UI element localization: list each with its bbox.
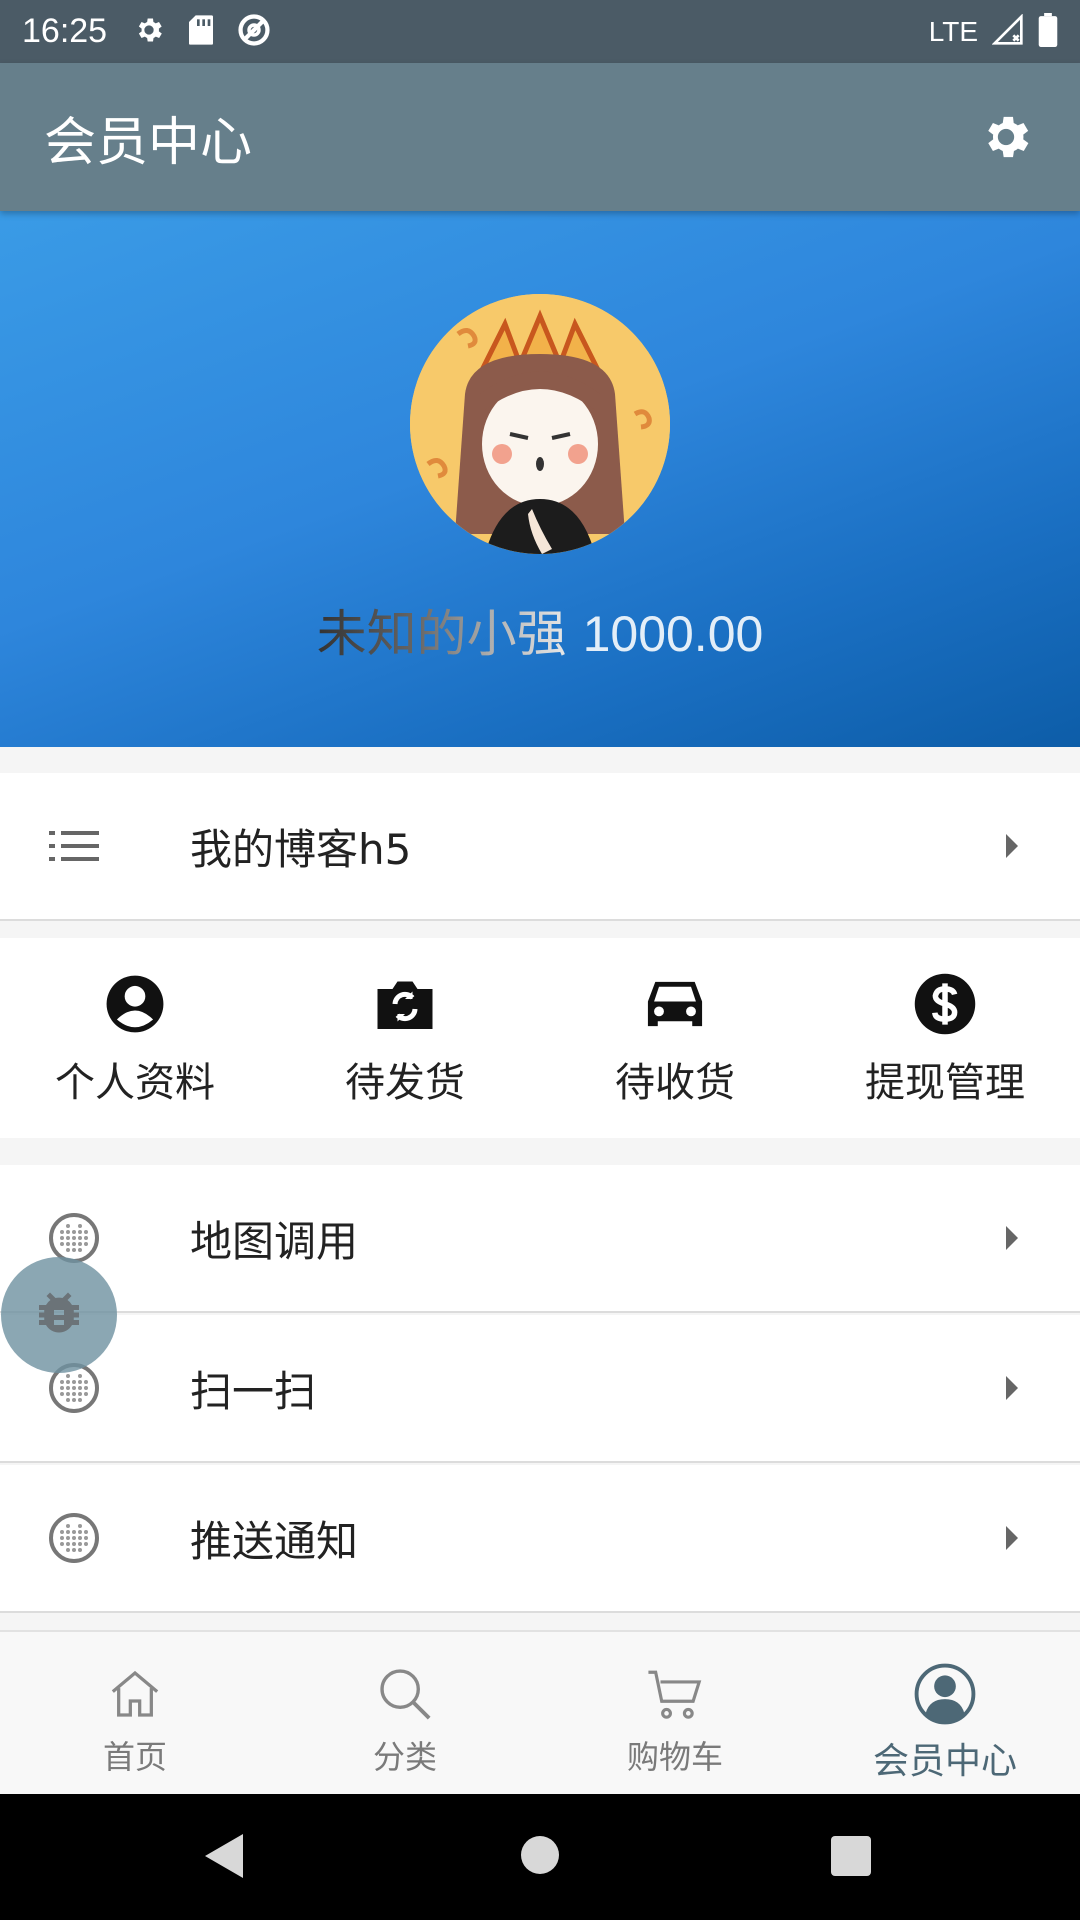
action-label: 提现管理 — [865, 1060, 1025, 1106]
battery-icon — [1038, 12, 1058, 51]
chevron-right-icon — [1006, 834, 1018, 858]
dollar-circle-icon — [911, 970, 979, 1038]
tab-member-center[interactable]: 会员中心 — [810, 1632, 1080, 1794]
gear-icon — [133, 14, 165, 50]
car-icon — [641, 970, 709, 1038]
tab-label: 分类 — [372, 1738, 437, 1776]
avatar[interactable] — [410, 294, 670, 554]
tab-label: 购物车 — [626, 1738, 723, 1776]
bug-icon — [39, 1292, 79, 1333]
menu-item-blog[interactable]: 我的博客h5 — [0, 773, 1080, 921]
signal-icon — [991, 12, 1024, 50]
menu-item-label: 我的博客h5 — [190, 824, 412, 874]
user-icon — [913, 1662, 977, 1726]
action-label: 个人资料 — [55, 1060, 215, 1106]
menu-item-scan[interactable]: 扫一扫 — [0, 1315, 1080, 1463]
dots-circle-icon — [48, 1512, 100, 1564]
menu-item-label: 推送通知 — [190, 1516, 359, 1566]
status-time: 16:25 — [22, 12, 108, 50]
action-withdraw[interactable]: 提现管理 — [810, 938, 1080, 1138]
menu-item-label: 扫一扫 — [190, 1366, 317, 1416]
user-name: 未知的小强 — [316, 605, 567, 663]
bottom-tab-bar: 首页 分类 购物车 会员中心 — [0, 1630, 1080, 1794]
quick-actions: 个人资料 待发货 待收货 提现管理 — [0, 938, 1080, 1138]
gear-icon — [988, 116, 1029, 158]
chevron-right-icon — [1006, 1376, 1018, 1400]
list-icon — [48, 820, 100, 872]
tab-label: 会员中心 — [872, 1741, 1017, 1782]
action-pending-receive[interactable]: 待收货 — [540, 938, 810, 1138]
action-profile[interactable]: 个人资料 — [0, 938, 270, 1138]
debug-button[interactable] — [1, 1257, 117, 1373]
action-label: 待发货 — [345, 1060, 465, 1106]
sd-card-icon — [187, 14, 215, 50]
action-label: 待收货 — [615, 1060, 735, 1106]
settings-button[interactable] — [976, 107, 1036, 167]
menu-item-map[interactable]: 地图调用 — [0, 1165, 1080, 1313]
recent-apps-icon[interactable] — [831, 1836, 871, 1876]
app-bar: 会员中心 — [0, 63, 1080, 211]
status-bar: 16:25 LTE — [0, 0, 1080, 63]
user-balance: 1000.00 — [582, 606, 764, 662]
home-circle-icon[interactable] — [521, 1836, 559, 1874]
network-type: LTE — [928, 15, 978, 47]
do-not-disturb-icon — [237, 13, 271, 51]
system-nav-bar — [0, 1794, 1080, 1920]
tab-category[interactable]: 分类 — [270, 1632, 540, 1794]
tab-cart[interactable]: 购物车 — [540, 1632, 810, 1794]
chevron-right-icon — [1006, 1526, 1018, 1550]
tab-label: 首页 — [102, 1738, 167, 1776]
profile-header: 未知的小强 1000.00 — [0, 211, 1080, 747]
camera-switch-icon — [371, 970, 439, 1038]
tab-home[interactable]: 首页 — [0, 1632, 270, 1794]
cart-icon — [643, 1662, 707, 1726]
page-title: 会员中心 — [44, 112, 253, 173]
action-pending-ship[interactable]: 待发货 — [270, 938, 540, 1138]
profile-summary: 未知的小强 1000.00 — [0, 594, 1080, 666]
chevron-right-icon — [1006, 1226, 1018, 1250]
menu-item-label: 地图调用 — [190, 1216, 359, 1266]
menu-item-push[interactable]: 推送通知 — [0, 1465, 1080, 1613]
account-circle-icon — [101, 970, 169, 1038]
back-icon[interactable] — [205, 1834, 243, 1878]
home-icon — [103, 1662, 167, 1726]
search-icon — [373, 1662, 437, 1726]
